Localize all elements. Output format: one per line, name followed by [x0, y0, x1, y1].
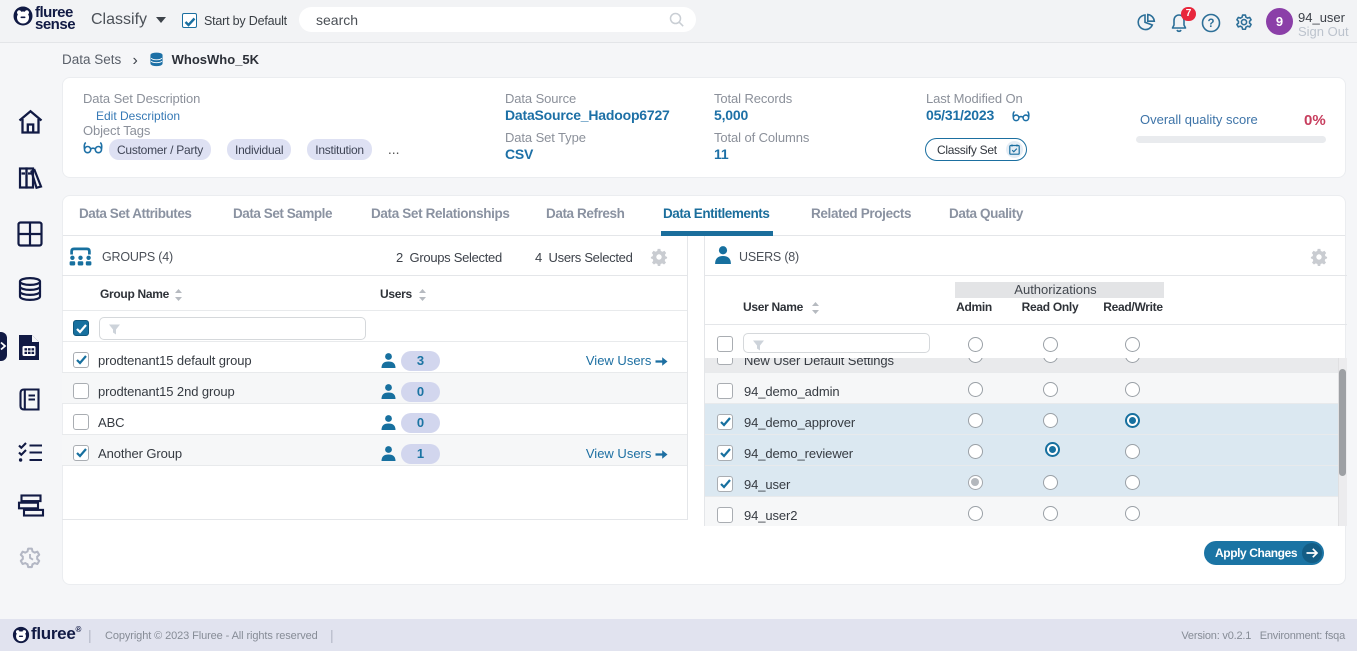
svg-text:?: ? — [1207, 18, 1214, 30]
